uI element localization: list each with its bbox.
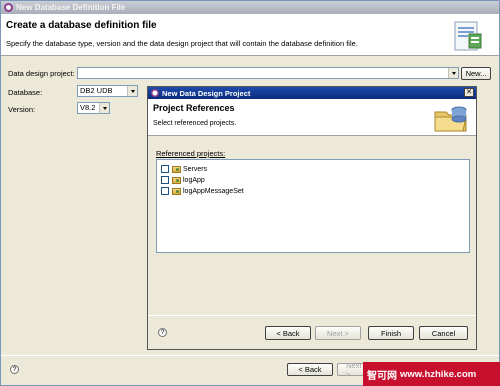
project-label: Data design project: xyxy=(8,69,75,78)
version-select[interactable]: V8.2 xyxy=(77,102,110,114)
version-label: Version: xyxy=(8,105,36,114)
project-label: Servers xyxy=(183,165,208,173)
database-file-icon xyxy=(454,21,482,51)
back-button[interactable]: < Back xyxy=(287,363,333,376)
project-icon xyxy=(172,176,181,184)
project-checkbox[interactable] xyxy=(161,187,169,195)
dialog-banner-title: Project References xyxy=(153,103,235,113)
dialog-back-button[interactable]: < Back xyxy=(265,326,311,340)
project-label: logApp xyxy=(183,176,205,184)
eclipse-icon xyxy=(4,3,13,12)
watermark-text: 智可网 xyxy=(367,370,397,382)
dialog-banner: Project References Select referenced pro… xyxy=(148,99,476,136)
project-combo[interactable] xyxy=(77,67,459,79)
watermark-url: www.hzhike.com xyxy=(400,368,477,380)
banner-title: Create a database definition file xyxy=(6,20,157,31)
dialog-titlebar: New Data Design Project xyxy=(148,87,476,99)
chevron-down-icon[interactable] xyxy=(448,68,458,78)
window-title: New Database Definition File xyxy=(16,3,126,12)
next-button[interactable]: Next > xyxy=(337,363,364,376)
dialog-title: New Data Design Project xyxy=(162,88,251,98)
site-watermark: 智可网 www.hzhike.com xyxy=(363,362,500,386)
new-project-button[interactable]: New... xyxy=(461,67,491,80)
folder-icon xyxy=(434,106,467,132)
database-value: DB2 UDB xyxy=(80,86,113,95)
dialog-banner-description: Select referenced projects. xyxy=(153,120,237,127)
list-item[interactable]: Servers xyxy=(161,164,207,174)
project-checkbox[interactable] xyxy=(161,176,169,184)
referenced-projects-list[interactable]: Servers logApp logAppMessageSet xyxy=(156,159,470,253)
help-icon[interactable]: ? xyxy=(10,365,19,374)
window-titlebar: New Database Definition File xyxy=(1,1,499,14)
close-icon[interactable]: ✕ xyxy=(464,88,474,97)
database-select[interactable]: DB2 UDB xyxy=(77,85,138,97)
eclipse-icon xyxy=(151,89,159,97)
wizard-banner: Create a database definition file Specif… xyxy=(1,14,499,56)
project-icon xyxy=(172,165,181,173)
list-item[interactable]: logApp xyxy=(161,175,205,185)
chevron-down-icon[interactable] xyxy=(99,103,109,113)
finish-button[interactable]: Finish xyxy=(368,326,414,340)
banner-description: Specify the database type, version and t… xyxy=(6,39,358,48)
new-data-design-project-dialog: New Data Design Project ✕ Project Refere… xyxy=(147,86,477,350)
chevron-down-icon[interactable] xyxy=(127,86,137,96)
help-icon[interactable]: ? xyxy=(158,328,167,337)
cancel-button[interactable]: Cancel xyxy=(419,326,468,340)
referenced-projects-label: Referenced projects: xyxy=(156,149,226,158)
project-icon xyxy=(172,187,181,195)
project-label: logAppMessageSet xyxy=(183,187,244,195)
footer-separator xyxy=(1,355,499,356)
database-label: Database: xyxy=(8,88,43,97)
dialog-next-button[interactable]: Next > xyxy=(315,326,361,340)
project-checkbox[interactable] xyxy=(161,165,169,173)
list-item[interactable]: logAppMessageSet xyxy=(161,186,244,196)
dialog-footer-separator xyxy=(148,315,476,316)
version-value: V8.2 xyxy=(80,103,96,112)
